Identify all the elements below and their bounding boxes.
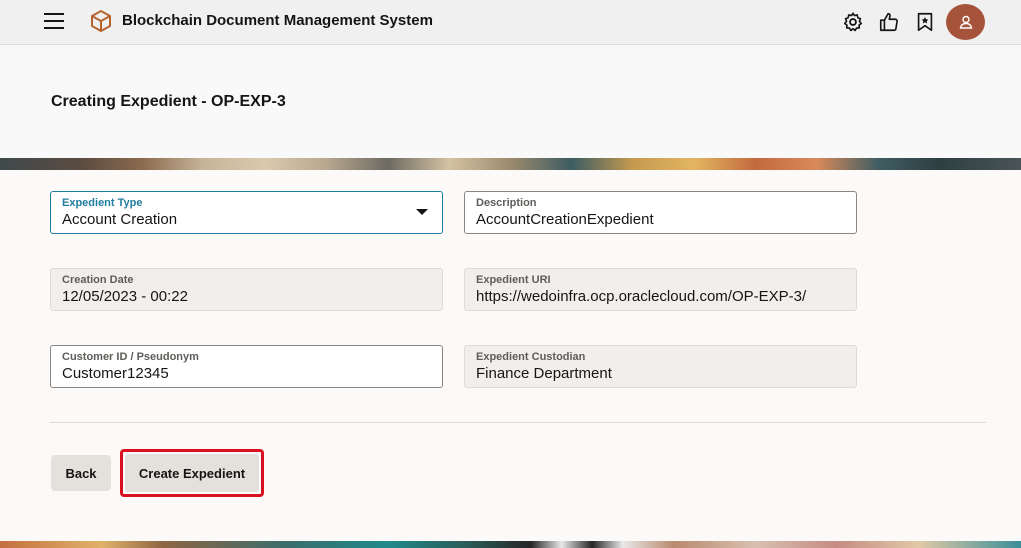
cube-logo-icon xyxy=(91,10,111,32)
bookmark-icon[interactable] xyxy=(914,11,936,33)
top-bar: Blockchain Document Management System xyxy=(0,0,1021,45)
chevron-down-icon[interactable] xyxy=(416,209,428,215)
user-icon xyxy=(959,15,972,29)
decorative-banner xyxy=(0,158,1021,170)
expedient-uri-value: https://wedoinfra.ocp.oraclecloud.com/OP… xyxy=(476,288,807,305)
expedient-type-select[interactable]: Expedient Type Account Creation xyxy=(50,191,443,234)
decorative-footer-band xyxy=(0,541,1021,548)
description-label: Description xyxy=(476,197,537,209)
expedient-custodian-field: Expedient Custodian Finance Department xyxy=(464,345,857,388)
creation-date-value: 12/05/2023 - 00:22 xyxy=(62,288,188,305)
expedient-uri-label: Expedient URI xyxy=(476,274,551,286)
expedient-custodian-label: Expedient Custodian xyxy=(476,351,586,363)
back-button[interactable]: Back xyxy=(51,455,111,491)
customer-id-label: Customer ID / Pseudonym xyxy=(62,351,199,363)
thumbs-up-icon[interactable] xyxy=(878,11,900,33)
expedient-type-label: Expedient Type xyxy=(62,197,143,209)
customer-id-field[interactable]: Customer ID / Pseudonym Customer12345 xyxy=(50,345,443,388)
expedient-uri-field: Expedient URI https://wedoinfra.ocp.orac… xyxy=(464,268,857,311)
description-value[interactable]: AccountCreationExpedient xyxy=(476,210,845,230)
customer-id-value[interactable]: Customer12345 xyxy=(62,364,431,384)
expedient-custodian-value: Finance Department xyxy=(476,365,612,382)
create-expedient-button[interactable]: Create Expedient xyxy=(125,454,259,492)
creation-date-field: Creation Date 12/05/2023 - 00:22 xyxy=(50,268,443,311)
create-expedient-highlight[interactable]: Create Expedient xyxy=(120,449,264,497)
app-title: Blockchain Document Management System xyxy=(122,12,433,29)
divider xyxy=(50,422,986,423)
page-title: Creating Expedient - OP-EXP-3 xyxy=(51,93,286,110)
menu-icon[interactable] xyxy=(44,13,64,29)
user-avatar[interactable] xyxy=(946,4,985,40)
creation-date-label: Creation Date xyxy=(62,274,134,286)
description-field[interactable]: Description AccountCreationExpedient xyxy=(464,191,857,234)
expedient-type-value: Account Creation xyxy=(62,211,178,228)
gear-icon[interactable] xyxy=(842,11,864,33)
